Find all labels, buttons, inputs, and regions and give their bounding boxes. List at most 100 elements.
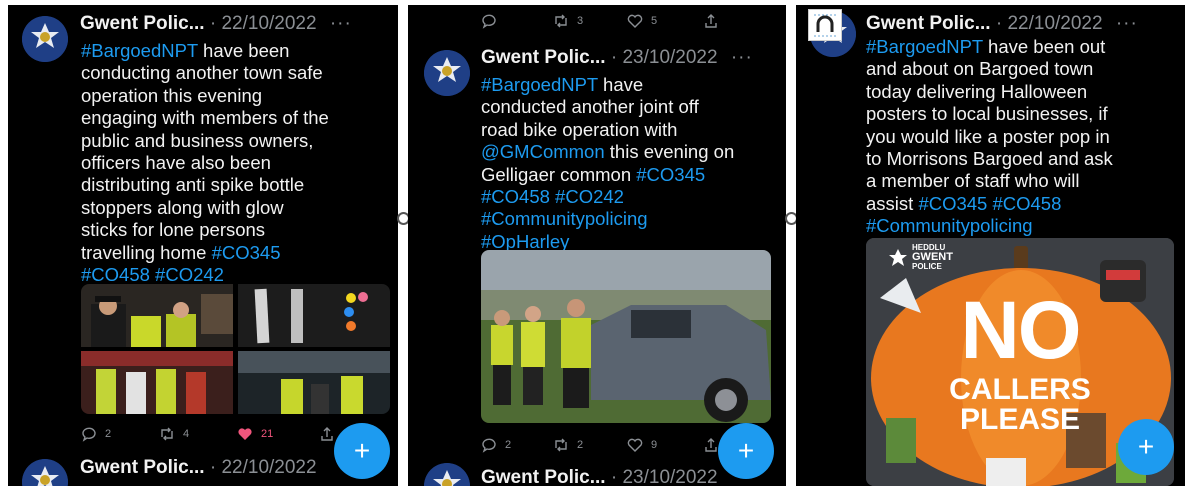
text-span: public and business owners, — [81, 129, 314, 151]
retweet-icon — [161, 427, 173, 441]
tweet-text-line: #Communitypolicing — [481, 208, 734, 230]
author-name[interactable]: Gwent Polic... — [80, 13, 205, 34]
retweet-count: 2 — [577, 439, 584, 451]
share-button[interactable] — [703, 13, 719, 29]
plus-icon: + — [1137, 431, 1155, 462]
retweet-button[interactable]: 4 — [159, 426, 237, 442]
like-count: 21 — [261, 428, 274, 440]
tweet-text: #BargoedNPT have conducted another joint … — [481, 74, 734, 253]
reply-icon — [482, 14, 496, 29]
retweet-button[interactable]: 2 — [553, 437, 627, 453]
hashtag-link[interactable]: #CO458 #CO242 — [81, 264, 224, 285]
text-span: this evening on — [604, 141, 735, 163]
avatar[interactable] — [22, 459, 68, 486]
tweet-text-line: to Morrisons Bargoed and ask — [866, 148, 1113, 170]
tweet-photo[interactable] — [481, 250, 771, 423]
tweet-date[interactable]: · 23/10/2022 — [611, 47, 718, 68]
more-icon[interactable]: ··· — [330, 13, 352, 34]
share-button[interactable] — [319, 426, 335, 442]
screenshot-panel-2: 3 5 Gwent Polic... · 23/10/2022 ··· #Bar… — [408, 5, 786, 486]
text-span: travelling home — [81, 241, 212, 263]
hashtag-link[interactable]: #CO345 — [212, 242, 281, 263]
text-span: conducted another joint off — [481, 96, 699, 118]
compose-fab[interactable]: + — [718, 423, 774, 479]
more-icon[interactable]: ··· — [731, 47, 753, 68]
hashtag-link[interactable]: #CO345 — [636, 164, 705, 185]
hashtag-link[interactable]: #CO458 #CO242 — [481, 186, 624, 207]
tweet-text-line: public and business owners, — [81, 130, 329, 152]
police-crest-icon — [889, 248, 907, 266]
text-span: and about on Bargoed town — [866, 58, 1094, 80]
text-span: road bike operation with — [481, 118, 678, 140]
hashtag-link[interactable]: #BargoedNPT — [81, 40, 198, 61]
logo-line: POLICE — [912, 262, 942, 271]
tweet-text-line: engaging with members of the — [81, 107, 329, 129]
share-icon — [705, 438, 717, 452]
reply-button[interactable] — [481, 13, 553, 29]
reply-icon — [82, 427, 96, 442]
text-span: sticks for lone persons — [81, 219, 266, 241]
screenshot-panel-1: Gwent Polic... · 22/10/2022 ··· #Bargoed… — [8, 5, 398, 486]
like-button[interactable]: 21 — [237, 426, 319, 442]
text-span: engaging with members of the — [81, 107, 329, 129]
avatar[interactable] — [424, 463, 470, 486]
more-icon[interactable]: ··· — [1116, 13, 1138, 34]
hashtag-link[interactable]: #BargoedNPT — [481, 74, 598, 95]
like-button[interactable]: 9 — [627, 437, 703, 453]
author-name[interactable]: Gwent Polic... — [80, 457, 205, 478]
photo-grid-image — [81, 284, 390, 414]
tweet-date[interactable]: · 22/10/2022 — [996, 13, 1103, 34]
retweet-icon — [555, 438, 567, 452]
avatar[interactable] — [22, 16, 68, 62]
text-span: have been — [197, 40, 290, 61]
reply-button[interactable]: 2 — [81, 426, 159, 442]
tweet-date[interactable]: · 22/10/2022 — [210, 457, 317, 478]
avatar[interactable] — [424, 50, 470, 96]
hashtag-link[interactable]: #BargoedNPT — [866, 36, 983, 57]
poster-logo: HEDDLU GWENT POLICE — [888, 244, 953, 271]
hashtag-link[interactable]: @GMCommon — [481, 141, 605, 162]
document-overlay-icon — [808, 9, 842, 41]
hashtag-link[interactable]: #Communitypolicing — [481, 208, 648, 229]
tweet-text-line: #Communitypolicing — [866, 215, 1113, 237]
share-button[interactable] — [703, 437, 719, 453]
author-name[interactable]: Gwent Polic... — [481, 467, 606, 486]
tweet-text-line: today delivering Halloween — [866, 81, 1113, 103]
tweet-text: #BargoedNPT have been conducting another … — [81, 40, 329, 286]
tweet-text-line: you would like a poster pop in — [866, 126, 1113, 148]
tweet-text-line: distributing anti spike bottle — [81, 174, 329, 196]
tweet-text-line: operation this evening — [81, 85, 329, 107]
hashtag-link[interactable]: #CO345 #CO458 — [918, 193, 1061, 214]
tweet-text-line: stoppers along with glow — [81, 197, 329, 219]
text-span: posters to local businesses, if — [866, 103, 1108, 125]
text-span: to Morrisons Bargoed and ask — [866, 148, 1113, 170]
compose-fab[interactable]: + — [334, 423, 390, 479]
hashtag-link[interactable]: #OpHarley — [481, 231, 569, 252]
police-badge-icon — [424, 50, 470, 96]
tweet-date[interactable]: · 23/10/2022 — [611, 467, 718, 486]
like-count: 9 — [651, 439, 658, 451]
text-span: distributing anti spike bottle — [81, 174, 305, 196]
tweet-text-line: #CO458 #CO242 — [481, 186, 734, 208]
hashtag-link[interactable]: #Communitypolicing — [866, 215, 1033, 236]
share-icon — [321, 427, 333, 441]
tweet-date[interactable]: · 22/10/2022 — [210, 13, 317, 34]
author-name[interactable]: Gwent Polic... — [481, 47, 606, 68]
tweet-header: Gwent Polic... · 22/10/2022 ··· — [80, 13, 352, 35]
tweet-text-line: Gelligaer common #CO345 — [481, 164, 734, 186]
officers-with-vehicle-photo — [481, 250, 771, 423]
tweet-header: Gwent Polic... · 23/10/2022 — [481, 467, 718, 486]
author-name[interactable]: Gwent Polic... — [866, 13, 991, 34]
screenshot-panel-3: Gwent Polic... · 22/10/2022 ··· #Bargoed… — [796, 5, 1185, 486]
text-span: have been out — [982, 36, 1106, 57]
reply-button[interactable]: 2 — [481, 437, 553, 453]
retweet-button[interactable]: 3 — [553, 13, 627, 29]
reply-icon — [482, 438, 496, 453]
text-span: assist — [866, 192, 919, 214]
like-button[interactable]: 5 — [627, 13, 703, 29]
text-span: you would like a poster pop in — [866, 125, 1110, 147]
tweet-text-line: #BargoedNPT have — [481, 74, 734, 96]
share-icon — [705, 14, 717, 28]
compose-fab[interactable]: + — [1118, 419, 1174, 475]
tweet-photo-grid[interactable] — [81, 284, 390, 414]
